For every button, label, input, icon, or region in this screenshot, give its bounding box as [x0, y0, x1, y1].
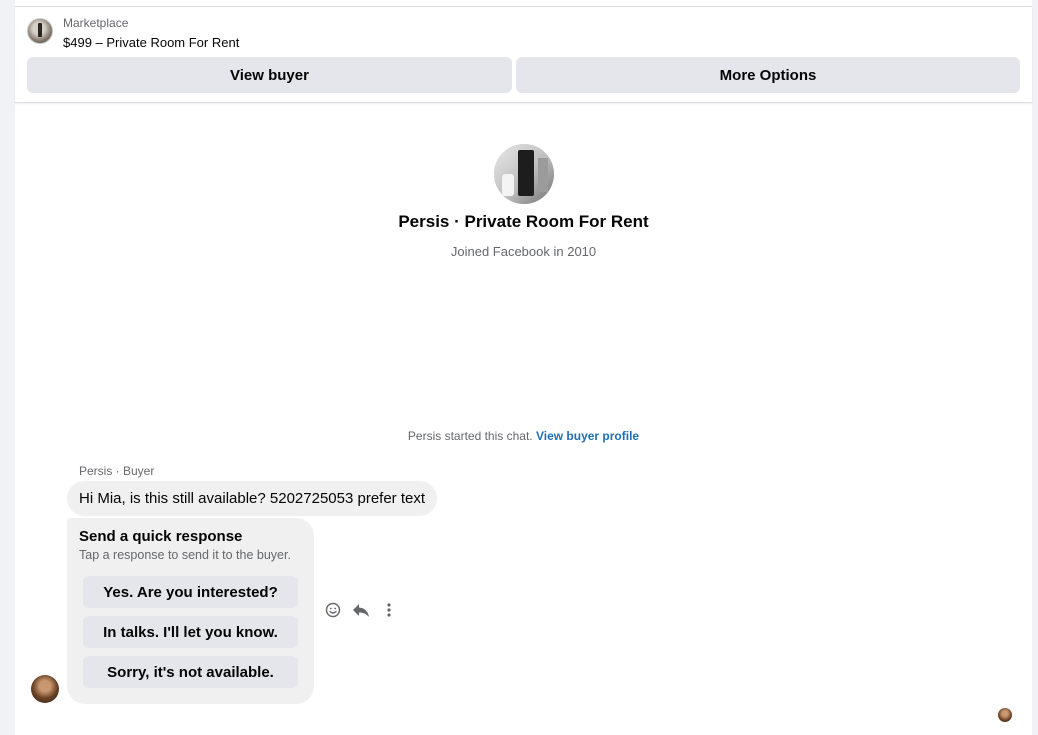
chat-started-notice: Persis started this chat. View buyer pro…	[15, 429, 1032, 443]
seen-indicator-avatar	[998, 708, 1012, 722]
buyer-profile-photo[interactable]	[494, 144, 554, 204]
quick-response-card: Send a quick response Tap a response to …	[67, 518, 314, 704]
quick-response-in-talks-button[interactable]: In talks. I'll let you know.	[83, 616, 298, 648]
quick-response-not-available-button[interactable]: Sorry, it's not available.	[83, 656, 298, 688]
context-label: Marketplace	[63, 16, 129, 30]
view-buyer-profile-link[interactable]: View buyer profile	[536, 429, 639, 443]
message-bubble[interactable]: Hi Mia, is this still available? 5202725…	[67, 481, 438, 516]
view-buyer-button[interactable]: View buyer	[27, 57, 512, 93]
message-actions	[324, 600, 398, 620]
chat-header: Marketplace $499 – Private Room For Rent…	[15, 7, 1032, 103]
sender-avatar[interactable]	[31, 675, 59, 703]
listing-thumbnail[interactable]	[27, 18, 53, 44]
profile-joined: Joined Facebook in 2010	[450, 244, 597, 259]
quick-response-title: Send a quick response	[79, 528, 243, 545]
more-options-button[interactable]: More Options	[516, 57, 1020, 93]
profile-name: Persis · Private Room For Rent	[398, 212, 649, 231]
smiley-icon[interactable]	[324, 601, 342, 619]
listing-title[interactable]: $499 – Private Room For Rent	[63, 35, 239, 50]
sender-label: Persis · Buyer	[79, 464, 155, 478]
reply-icon[interactable]	[352, 601, 370, 619]
more-vertical-icon[interactable]	[380, 601, 398, 619]
chat-panel: Marketplace $499 – Private Room For Rent…	[15, 0, 1032, 735]
chat-started-text: Persis started this chat.	[407, 429, 533, 443]
quick-response-subtitle: Tap a response to send it to the buyer.	[79, 548, 291, 562]
quick-response-yes-button[interactable]: Yes. Are you interested?	[83, 576, 298, 608]
